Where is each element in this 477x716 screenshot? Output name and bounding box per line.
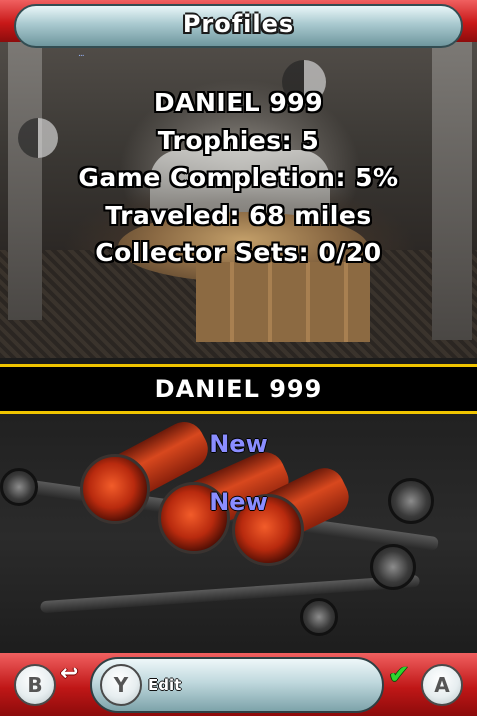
- y-button[interactable]: Y: [100, 664, 142, 706]
- indicator-dots: ...: [78, 49, 85, 59]
- selected-profile-name: DANIEL 999: [154, 375, 323, 403]
- checkmark-icon: ✔: [388, 660, 410, 690]
- engine-knob: [370, 544, 416, 590]
- title-pill: Profiles: [14, 4, 463, 48]
- profile-slot-1[interactable]: New: [0, 430, 477, 458]
- completion-stat: Game Completion: 5%: [78, 163, 399, 192]
- profile-slot-2[interactable]: New: [0, 488, 477, 516]
- edit-label: Edit: [148, 676, 182, 694]
- trophies-stat: Trophies: 5: [157, 125, 320, 155]
- bottom-screen: DANIEL 999 New New B ↩ Y Edit ✔ A: [0, 358, 477, 716]
- traveled-stat: Traveled: 68 miles: [105, 200, 372, 230]
- page-title: Profiles: [182, 10, 295, 38]
- profile-stats: DANIEL 999 Trophies: 5 Game Completion: …: [0, 84, 477, 272]
- collector-sets-stat: Collector Sets: 0/20: [95, 238, 382, 267]
- engine-knob: [300, 598, 338, 636]
- engine-pipe: [40, 574, 420, 614]
- selected-profile-header: DANIEL 999: [0, 364, 477, 414]
- turntable-base: [196, 262, 370, 342]
- profile-name: DANIEL 999: [153, 88, 324, 117]
- b-button[interactable]: B: [14, 664, 56, 706]
- back-arrow-icon: ↩: [60, 661, 79, 686]
- a-button[interactable]: A: [421, 664, 463, 706]
- top-screen: Profiles ... DANIEL 999 Trophies: 5 Game…: [0, 0, 477, 358]
